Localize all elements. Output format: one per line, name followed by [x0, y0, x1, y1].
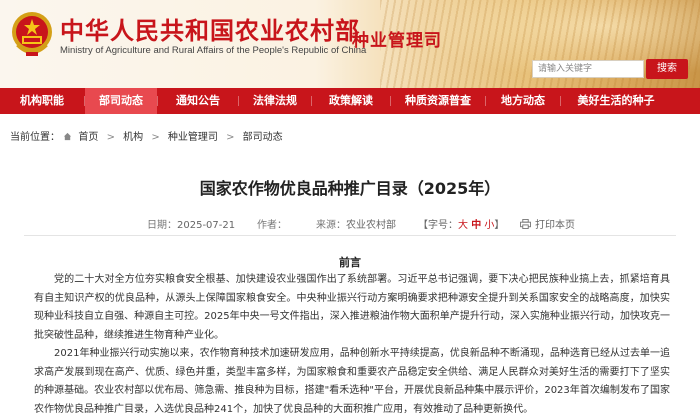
nav-item-laws[interactable]: 法律法规	[239, 88, 311, 114]
article-body: 党的二十大对全方位夯实粮食安全根基、加快建设农业强国作出了系统部署。习近平总书记…	[34, 271, 670, 415]
meta-author: 作者：	[257, 220, 287, 231]
breadcrumb-home[interactable]: 首页	[78, 132, 98, 143]
font-size-large[interactable]: 大	[458, 220, 468, 231]
nav-item-policy[interactable]: 政策解读	[312, 88, 390, 114]
article-meta: 日期：2025-07-21 作者： 来源：农业农村部 【字号：大 中 小】 打印…	[24, 210, 676, 236]
nav-item-good-life-seeds[interactable]: 美好生活的种子	[561, 88, 671, 114]
breadcrumb-dept-news[interactable]: 部司动态	[243, 132, 283, 143]
paragraph: 2021年种业振兴行动实施以来，农作物育种技术加速研发应用，品种创新水平持续提高…	[34, 348, 670, 415]
section-heading: 前言	[339, 256, 361, 269]
print-page-link[interactable]: 打印本页	[520, 216, 575, 231]
breadcrumb-prefix: 当前位置：	[10, 132, 60, 143]
breadcrumb-seed-dept[interactable]: 种业管理司	[168, 132, 218, 143]
site-title: 中华人民共和国农业农村部	[60, 16, 360, 45]
meta-date: 日期：2025-07-21	[147, 220, 236, 231]
breadcrumb-separator: >	[151, 132, 160, 143]
breadcrumb-separator: >	[106, 132, 115, 143]
search-input[interactable]: 请输入关键字	[532, 60, 644, 78]
paragraph: 党的二十大对全方位夯实粮食安全根基、加快建设农业强国作出了系统部署。习近平总书记…	[34, 274, 670, 341]
site-header: 中华人民共和国农业农村部 Ministry of Agriculture and…	[0, 0, 700, 88]
site-subtitle: Ministry of Agriculture and Rural Affair…	[60, 45, 367, 56]
font-size-medium[interactable]: 中	[471, 220, 481, 231]
home-icon	[64, 132, 72, 141]
nav-item-local-news[interactable]: 地方动态	[486, 88, 560, 114]
breadcrumb-institution[interactable]: 机构	[123, 132, 143, 143]
print-icon	[520, 219, 531, 229]
main-nav: 机构职能 部司动态 通知公告 法律法规 政策解读 种质资源普查 地方动态 美好生…	[0, 88, 700, 114]
font-size-control: 【字号：大 中 小】	[418, 220, 505, 231]
department-name: 种业管理司	[352, 31, 442, 51]
search-button[interactable]: 搜索	[646, 59, 688, 79]
font-size-small[interactable]: 小	[484, 220, 494, 231]
nav-item-notices[interactable]: 通知公告	[158, 88, 238, 114]
nav-item-institution[interactable]: 机构职能	[0, 88, 84, 114]
nav-item-germplasm-survey[interactable]: 种质资源普查	[391, 88, 485, 114]
article-title: 国家农作物优良品种推广目录（2025年）	[199, 179, 501, 198]
nav-item-dept-news[interactable]: 部司动态	[85, 88, 157, 114]
breadcrumb: 当前位置： 首页 > 机构 > 种业管理司 > 部司动态	[10, 128, 283, 143]
breadcrumb-separator: >	[226, 132, 235, 143]
meta-source: 来源：农业农村部	[316, 220, 396, 231]
national-emblem-icon	[12, 12, 52, 56]
